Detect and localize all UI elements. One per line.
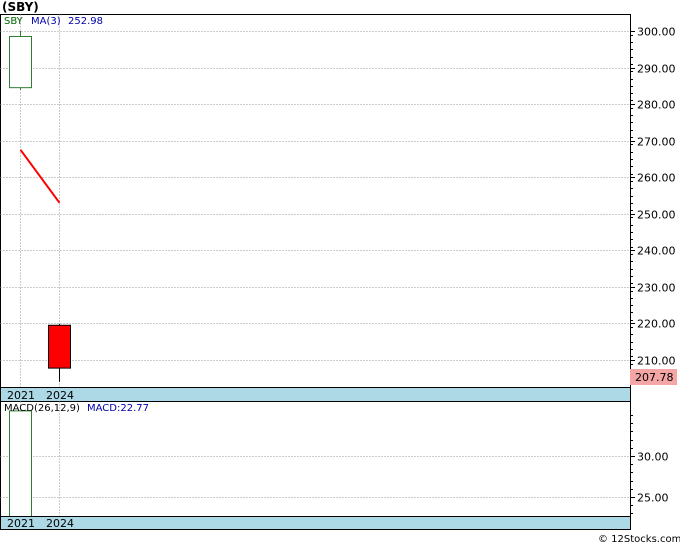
macd-x-tick-2024: 2024 — [46, 517, 74, 530]
macd-y-axis: 25.00 30.00 — [630, 415, 669, 514]
candle-body-2024 — [48, 324, 71, 369]
macd-x-tick-2021: 2021 — [7, 517, 35, 530]
chart-title: (SBY) — [2, 0, 39, 14]
macd-x-axis: 2021 2024 — [0, 516, 631, 530]
price-y-axis: 210.00 220.00 230.00 240.00 250.00 260.00 270.… — [630, 26, 676, 379]
price-y-tick-label: 270.00 — [637, 136, 676, 149]
price-y-tick-label: 280.00 — [637, 99, 676, 112]
price-y-tick-label: 240.00 — [637, 245, 676, 258]
legend-ma-value: 252.98 — [68, 16, 103, 27]
price-x-tick-2024: 2024 — [46, 389, 74, 402]
candle-body-2021 — [9, 35, 32, 89]
macd-x-axis-band — [0, 516, 631, 530]
price-x-tick-2021: 2021 — [7, 389, 35, 402]
price-y-tick-label: 260.00 — [637, 172, 676, 185]
price-y-tick-label: 230.00 — [637, 282, 676, 295]
price-y-tick-label: 300.00 — [637, 26, 676, 39]
macd-y-tick-label: 25.00 — [637, 492, 669, 505]
price-y-tick-label: 250.00 — [637, 209, 676, 222]
macd-legend-label: MACD(26,12,9) — [4, 403, 80, 414]
macd-legend-value: MACD:22.77 — [87, 403, 149, 414]
macd-panel: 25.00 30.00 MACD(26,12,9) MACD:22.77 — [0, 401, 669, 517]
price-plot-area — [0, 14, 631, 388]
last-price-label: 207.78 — [635, 371, 674, 384]
price-x-axis-band — [0, 387, 631, 402]
legend-ma-label: MA(3) — [31, 16, 61, 27]
price-y-tick-label: 220.00 — [637, 318, 676, 331]
price-y-tick-label: 290.00 — [637, 63, 676, 76]
macd-bars — [9, 410, 32, 517]
macd-plot-area — [0, 401, 631, 517]
macd-y-tick-label: 30.00 — [637, 451, 669, 464]
source-credit: © 12Stocks.com — [598, 534, 680, 545]
price-panel: 210.00 220.00 230.00 240.00 250.00 260.00 270.… — [0, 14, 677, 388]
price-x-axis: 2021 2024 — [0, 387, 631, 402]
legend-symbol: SBY — [4, 16, 24, 27]
stock-chart: (SBY) 210.00 220.00 230.00 240.00 250.00 260.… — [0, 0, 680, 545]
macd-bar-2021 — [9, 410, 32, 517]
price-y-tick-label: 210.00 — [637, 355, 676, 368]
